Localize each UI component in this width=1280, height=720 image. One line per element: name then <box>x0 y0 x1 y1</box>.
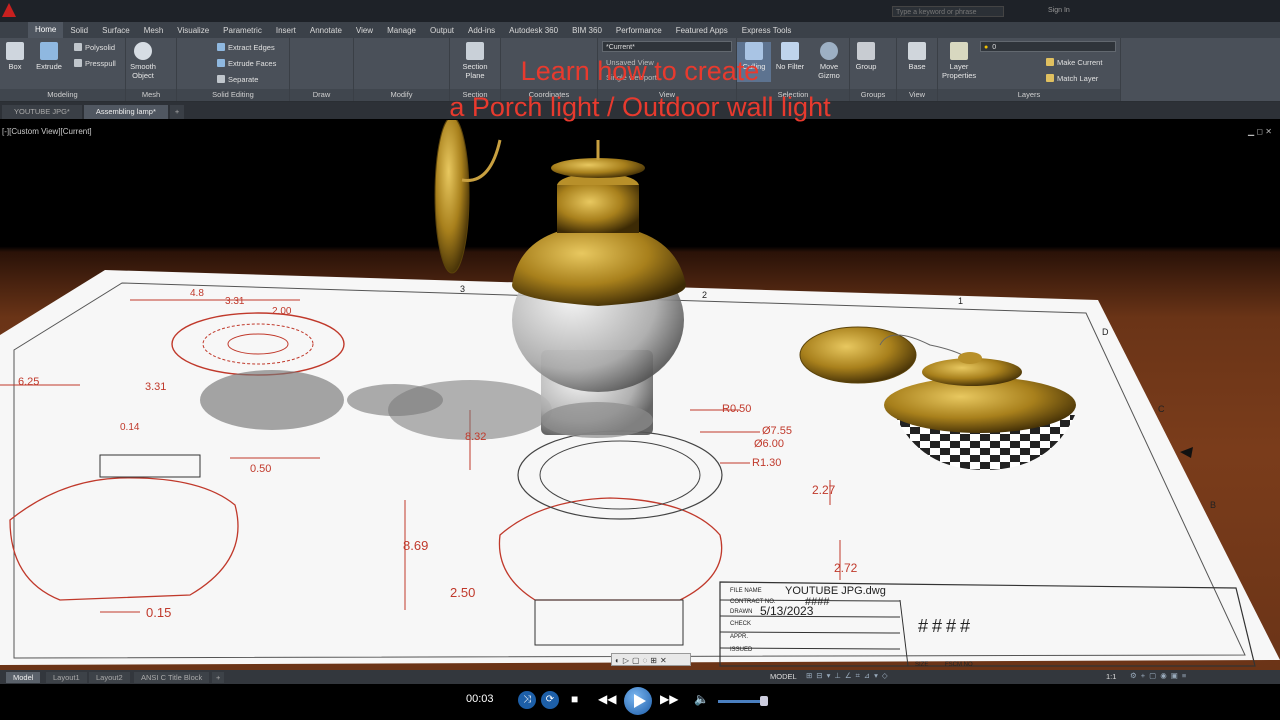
dim-label: 2.50 <box>450 585 475 600</box>
tab-performance[interactable]: Performance <box>609 26 669 35</box>
tab-view[interactable]: View <box>349 26 380 35</box>
dim-label: Ø6.00 <box>754 438 784 450</box>
dim-label: R0.50 <box>722 403 751 415</box>
border-number: 2 <box>702 290 707 300</box>
dim-label: 0.14 <box>120 422 140 433</box>
status-bar: Model Layout1 Layout2 ANSI C Title Block… <box>0 670 1280 684</box>
border-number: 3 <box>460 284 465 294</box>
tab-add-ins[interactable]: Add-ins <box>461 26 502 35</box>
wall-plate-3d <box>434 120 470 274</box>
next-button[interactable]: ▶▶ <box>660 692 678 706</box>
tab-surface[interactable]: Surface <box>95 26 137 35</box>
title-block-date: 5/13/2023 <box>760 604 814 618</box>
layout-tab-ansi-c-title-block[interactable]: ANSI C Title Block <box>134 672 210 683</box>
video-player-controls: 00:03 ⤨ ⟳ ■ ◀◀ ▶▶ 🔈 <box>0 684 1280 720</box>
status-toolbar-icons[interactable]: ⊞⊟▾⊥∠⌗⊿▾◇ <box>806 671 892 681</box>
sign-in-link[interactable]: Sign In <box>1048 7 1070 14</box>
play-icon <box>634 694 646 708</box>
drawing-viewport[interactable]: 4.8 3.31 2.00 6.25 3.31 0.14 0.50 8.32 R… <box>0 120 1280 670</box>
layout-tab-layout2[interactable]: Layout2 <box>89 672 130 683</box>
dim-label: 3.31 <box>225 296 245 307</box>
viewport-label[interactable]: [-][Custom View][Current] <box>2 127 92 136</box>
status-settings-icons[interactable]: ⚙+▢◉▣≡ <box>1130 671 1190 680</box>
extract-edges-button[interactable]: Extract Edges <box>217 43 275 52</box>
search-input[interactable]: Type a keyword or phrase <box>892 6 1004 17</box>
volume-icon[interactable]: 🔈 <box>694 692 709 706</box>
video-title-line-1: Learn how to create <box>520 56 760 86</box>
border-letter: B <box>1210 500 1216 510</box>
ribbon-tab-bar: Home Solid Surface Mesh Visualize Parame… <box>0 22 1280 38</box>
tab-annotate[interactable]: Annotate <box>303 26 349 35</box>
tab-parametric[interactable]: Parametric <box>216 26 269 35</box>
video-title-line-2: a Porch light / Outdoor wall light <box>449 92 831 122</box>
tab-autodesk-360[interactable]: Autodesk 360 <box>502 26 565 35</box>
tab-solid[interactable]: Solid <box>63 26 95 35</box>
video-time: 00:03 <box>466 693 494 705</box>
dim-label: 4.8 <box>190 288 204 299</box>
title-block-label: ISSUED <box>730 647 753 653</box>
polysolid-button[interactable]: Polysolid <box>74 43 115 52</box>
title-block-label: CHECK <box>730 621 751 627</box>
play-button[interactable] <box>624 687 652 715</box>
tab-mesh[interactable]: Mesh <box>137 26 171 35</box>
title-block-label: FSCM NO <box>945 662 973 668</box>
dim-label: 2.00 <box>272 306 292 317</box>
dim-label: 2.72 <box>834 561 858 575</box>
border-letter: C <box>1158 404 1165 414</box>
tab-visualize[interactable]: Visualize <box>170 26 216 35</box>
title-block-label: FILE NAME <box>730 588 762 594</box>
autocad-logo-icon[interactable] <box>2 3 16 17</box>
previous-button[interactable]: ◀◀ <box>598 692 616 706</box>
layout-tab-layout1[interactable]: Layout1 <box>46 672 87 683</box>
extract-edges-icon <box>217 43 225 51</box>
title-block-label: DRAWN <box>730 609 752 615</box>
dim-label: 6.25 <box>18 376 39 388</box>
title-bar: Type a keyword or phrase Sign In <box>0 0 1280 22</box>
border-number: 1 <box>958 296 963 306</box>
tab-bim-360[interactable]: BIM 360 <box>565 26 609 35</box>
dim-label: 3.31 <box>145 381 166 393</box>
viewport-nav-toolbar[interactable]: ◐▷▢◌⊞✕ <box>611 653 691 666</box>
layout-tab-model[interactable]: Model <box>6 672 41 683</box>
dim-label: R1.30 <box>752 457 781 469</box>
tab-express-tools[interactable]: Express Tools <box>735 26 799 35</box>
annotation-scale[interactable]: 1:1 <box>1106 672 1116 681</box>
tab-featured-apps[interactable]: Featured Apps <box>669 26 735 35</box>
shuffle-button[interactable]: ⤨ <box>518 691 536 709</box>
dim-label: 8.69 <box>403 538 428 553</box>
tab-manage[interactable]: Manage <box>380 26 423 35</box>
dim-label: 2.27 <box>812 483 836 497</box>
tab-home[interactable]: Home <box>28 22 64 38</box>
polysolid-icon <box>74 43 82 51</box>
dim-label: 8.32 <box>465 431 486 443</box>
stop-button[interactable]: ■ <box>571 692 578 706</box>
volume-slider-handle[interactable] <box>760 696 768 706</box>
tab-insert[interactable]: Insert <box>269 26 303 35</box>
volume-slider[interactable] <box>718 700 766 703</box>
model-space-toggle[interactable]: MODEL <box>770 672 797 681</box>
title-block-file-name: YOUTUBE JPG.dwg <box>785 585 886 597</box>
mouse-cursor-icon <box>1180 447 1193 458</box>
title-block-label: APPR. <box>730 634 748 640</box>
scene-svg: 4.8 3.31 2.00 6.25 3.31 0.14 0.50 8.32 R… <box>0 120 1280 668</box>
dim-label: 0.50 <box>250 463 271 475</box>
viewport-window-controls[interactable]: ▁ ◻ ✕ <box>1248 127 1272 136</box>
layer-dropdown[interactable]: ● 0 <box>980 41 1116 52</box>
repeat-button[interactable]: ⟳ <box>541 691 559 709</box>
visual-style-dropdown[interactable]: *Current* <box>602 41 732 52</box>
tab-output[interactable]: Output <box>423 26 461 35</box>
border-letter: D <box>1102 327 1109 337</box>
dim-label: Ø7.55 <box>762 425 792 437</box>
title-block-label: SIZE <box>915 662 928 668</box>
dim-label: 0.15 <box>146 605 171 620</box>
new-layout-button[interactable]: + <box>212 672 225 683</box>
title-block-code: #### <box>918 616 974 636</box>
